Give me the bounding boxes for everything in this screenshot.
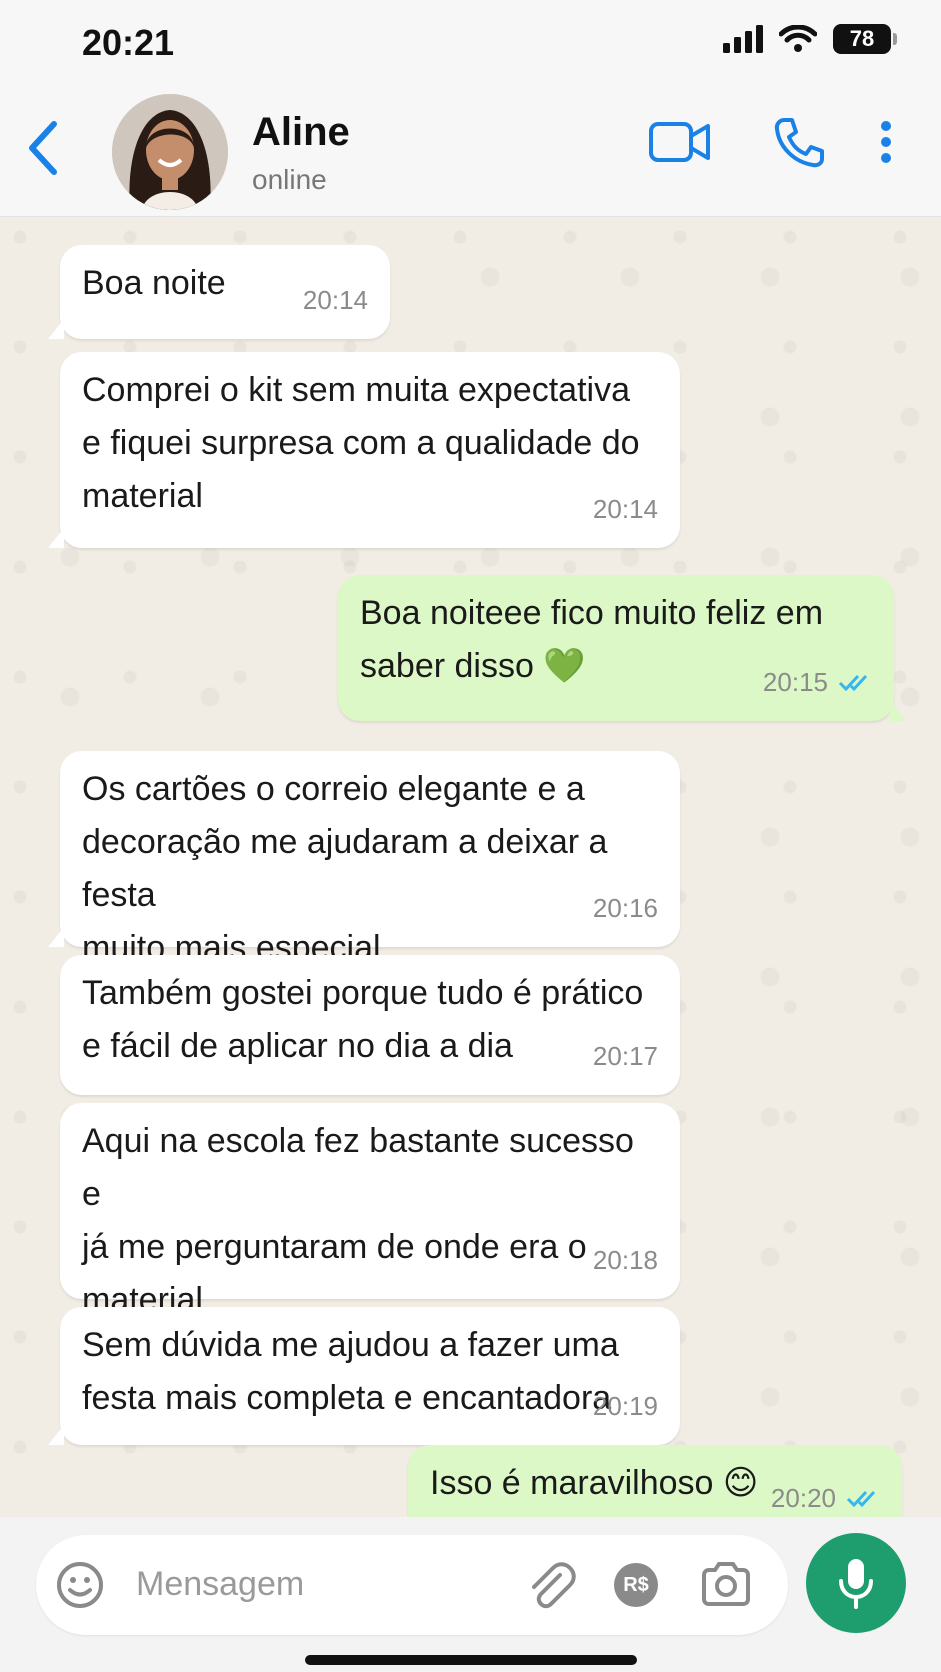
bubble-tail: [48, 927, 64, 947]
message-text: Os cartões o correio elegante e a decora…: [82, 770, 608, 967]
green-heart-emoji: 💚: [543, 646, 586, 686]
bubble-tail: [890, 701, 906, 721]
contact-status: online: [252, 164, 327, 195]
message-time: 20:18: [592, 1245, 658, 1275]
message-bubble-incoming[interactable]: Aqui na escola fez bastante sucesso e já…: [60, 1103, 680, 1319]
double-check-read-icon: [846, 1490, 876, 1507]
phone-icon[interactable]: [772, 116, 826, 170]
camera-icon[interactable]: [700, 1561, 752, 1607]
message-text: Também gostei porque tudo é prático e fá…: [82, 974, 644, 1065]
chat-area[interactable]: Boa noite 20:14 Comprei o kit sem muita …: [0, 217, 941, 1537]
chat-header: Aline online: [0, 80, 941, 217]
paperclip-icon[interactable]: [524, 1559, 576, 1611]
message-bubble-outgoing[interactable]: Boa noiteee fico muito feliz em saber di…: [338, 575, 906, 721]
message-time: 20:15: [762, 667, 828, 697]
message-bubble-incoming[interactable]: Também gostei porque tudo é prático e fá…: [60, 955, 680, 1095]
message-text: Comprei o kit sem muita expectativa e fi…: [82, 371, 640, 515]
message-time: 20:14: [592, 494, 658, 524]
avatar[interactable]: [112, 94, 228, 210]
mic-icon: [839, 1559, 873, 1609]
message-text: Aqui na escola fez bastante sucesso e já…: [82, 1122, 634, 1319]
bubble-tail: [48, 319, 64, 339]
video-call-icon[interactable]: [648, 118, 712, 166]
wifi-icon: [779, 25, 817, 52]
smiling-face-emoji: 😊: [722, 1463, 759, 1503]
status-icons: 78: [723, 24, 897, 54]
message-time: 20:14: [302, 285, 368, 315]
message-time: 20:16: [592, 893, 658, 923]
message-composer: Mensagem R$: [0, 1517, 941, 1672]
message-bubble-incoming[interactable]: Boa noite 20:14: [48, 245, 390, 339]
message-text: Sem dúvida me ajudou a fazer uma festa m…: [82, 1326, 619, 1417]
back-chevron-icon[interactable]: [24, 118, 64, 178]
message-input[interactable]: Mensagem R$: [36, 1535, 788, 1635]
message-bubble-incoming[interactable]: Comprei o kit sem muita expectativa e fi…: [48, 352, 680, 548]
mic-button[interactable]: [806, 1533, 906, 1633]
status-time: 20:21: [82, 22, 175, 63]
battery-indicator: 78: [833, 24, 897, 54]
message-time: 20:17: [592, 1041, 658, 1071]
message-time: 20:19: [592, 1391, 658, 1421]
status-bar: 20:21 78: [0, 0, 941, 80]
message-bubble-incoming[interactable]: Os cartões o correio elegante e a decora…: [48, 751, 680, 967]
emoji-icon[interactable]: [56, 1561, 104, 1609]
message-bubble-incoming[interactable]: Sem dúvida me ajudou a fazer uma festa m…: [48, 1307, 680, 1445]
bubble-tail: [48, 528, 64, 548]
payment-icon[interactable]: R$: [614, 1563, 658, 1607]
signal-icon: [723, 25, 763, 53]
double-check-read-icon: [838, 674, 868, 691]
contact-name[interactable]: Aline: [252, 110, 350, 155]
home-indicator: [305, 1655, 637, 1665]
more-vertical-icon[interactable]: [880, 120, 892, 164]
bubble-tail: [48, 1425, 64, 1445]
message-placeholder: Mensagem: [136, 1565, 305, 1603]
